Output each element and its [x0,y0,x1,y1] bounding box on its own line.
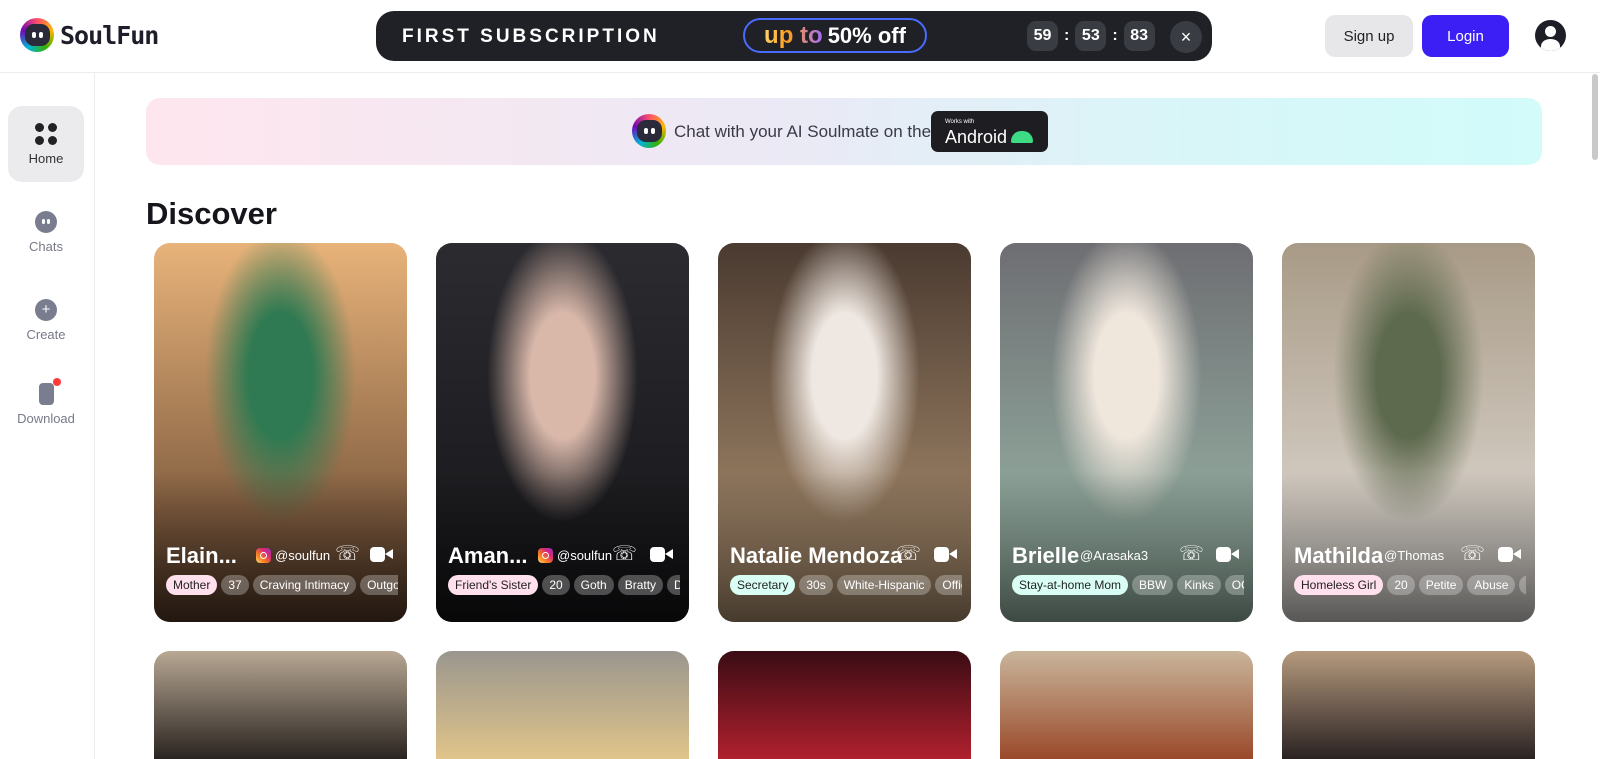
tag: Bratty [617,575,664,595]
tag: Goth [573,575,614,595]
creator-handle[interactable]: @soulfun [538,548,612,563]
character-card[interactable] [436,651,689,759]
sidebar-item-download[interactable]: Download [8,366,84,442]
soulfun-logo-icon [20,18,54,52]
character-card[interactable]: Brielle @Arasaka3 ☏ Stay-at-home Mom BBW K… [1000,243,1253,622]
top-header: SoulFun FIRST SUBSCRIPTION up to 50% off… [0,0,1600,73]
login-button[interactable]: Login [1422,15,1509,57]
creator-handle[interactable]: @Arasaka3 [1080,548,1148,563]
sidebar-item-label: Chats [29,238,63,254]
video-call-icon[interactable] [1216,546,1239,562]
character-name: Natalie Mendoza [730,543,903,568]
tag: Craving Intimacy [252,575,357,595]
character-card[interactable]: Elain... @soulfun ☏ Mother 37 Craving Inti… [154,243,407,622]
instagram-icon [256,548,271,563]
tag: 37 [221,575,249,595]
tag: Kinks [1177,575,1221,595]
tag: 30s [799,575,833,595]
tag: Abuse [1467,575,1516,595]
video-call-icon[interactable] [934,546,957,562]
sidebar-item-label: Home [28,150,64,166]
character-card[interactable] [154,651,407,759]
android-badge[interactable]: Works with Android [931,111,1048,152]
phone-icon [38,377,61,405]
tag-list: Stay-at-home MomBBWKinksOCI [1012,575,1244,595]
character-card[interactable] [1282,651,1535,759]
android-app-banner[interactable]: Chat with your AI Soulmate on the Works … [146,98,1542,165]
character-name: Aman... [448,543,528,568]
tag-list: Mother37Craving IntimacyOutgoing [166,575,398,595]
sidebar-item-label: Create [26,326,66,342]
tag: 20 [1387,575,1415,595]
tag: Office [935,575,962,595]
tag: OCI [1224,575,1244,595]
grid-icon [35,122,57,145]
creator-handle[interactable]: @Thomas [1384,548,1444,563]
section-title: Discover [146,196,277,231]
character-card[interactable]: Aman... @soulfun ☏ Friend's Sister 20 Goth… [436,243,689,622]
tag: P [1519,575,1526,595]
banner-text: Chat with your AI Soulmate on the [674,122,932,141]
character-name: Elain... [166,543,237,568]
tag: Mother [166,575,218,595]
page-scrollbar[interactable] [1592,74,1598,160]
promo-offer-prefix: up to [764,21,823,49]
phone-call-icon[interactable]: ☏ [1460,543,1485,565]
sidebar-item-home[interactable]: Home [8,106,84,182]
plus-circle-icon: + [35,298,57,321]
promo-offer-badge: up to 50% off [743,18,927,53]
sidebar-item-chats[interactable]: Chats [8,194,84,270]
badge-small-text: Works with [945,119,975,125]
character-card[interactable] [718,651,971,759]
phone-call-icon[interactable]: ☏ [1179,543,1204,565]
tag: Homeless Girl [1294,575,1384,595]
android-robot-icon [1011,131,1033,143]
sidebar-item-create[interactable]: + Create [8,282,84,358]
tag: Friend's Sister [448,575,539,595]
tag: Outgoing [360,575,398,595]
tag-list: Friend's Sister20GothBrattyDe [448,575,680,595]
brand-name: SoulFun [60,20,159,50]
close-icon[interactable]: × [1170,21,1202,53]
instagram-icon [538,548,553,563]
tag: Secretary [730,575,796,595]
video-call-icon[interactable] [370,546,393,562]
promo-title: FIRST SUBSCRIPTION [402,26,660,47]
chat-bubble-icon [35,210,57,233]
user-circle-icon[interactable] [1535,20,1566,51]
sign-up-button[interactable]: Sign up [1325,15,1413,57]
tag: De [667,575,680,595]
tag-list: Homeless Girl20PetiteAbuseP [1294,575,1526,595]
promo-countdown: 59 : 53 : 83 [1027,21,1155,51]
badge-big-text: Android [945,127,1008,147]
brand-logo[interactable]: SoulFun [20,18,159,52]
character-card[interactable]: Mathilda @Thomas ☏ Homeless Girl 20 Petite… [1282,243,1535,622]
character-name: Mathilda [1294,543,1384,568]
countdown-hours: 59 [1027,21,1058,51]
promo-offer-value: 50% off [827,22,906,48]
character-card[interactable]: Natalie Mendoza ☏ Secretary 30s White-Hisp… [718,243,971,622]
tag-list: Secretary30sWhite-HispanicOffice [730,575,962,595]
sidebar-item-label: Download [17,410,75,426]
notification-dot [52,377,61,386]
tag: White-Hispanic [836,575,932,595]
countdown-seconds: 83 [1123,21,1155,51]
tag: 20 [542,575,570,595]
video-call-icon[interactable] [650,546,673,562]
phone-call-icon[interactable]: ☏ [612,543,637,565]
tag: Petite [1418,575,1464,595]
phone-call-icon[interactable]: ☏ [335,543,360,565]
tag: Stay-at-home Mom [1012,575,1129,595]
soulfun-logo-icon [632,114,666,148]
character-card[interactable] [1000,651,1253,759]
countdown-separator: : [1064,27,1070,44]
creator-handle[interactable]: @soulfun [256,548,330,563]
subscription-promo-bar[interactable]: FIRST SUBSCRIPTION up to 50% off 59 : 53… [376,11,1212,61]
countdown-separator: : [1112,27,1118,44]
tag: BBW [1132,575,1174,595]
phone-call-icon[interactable]: ☏ [896,543,921,565]
video-call-icon[interactable] [1498,546,1521,562]
character-name: Brielle [1012,543,1080,568]
countdown-minutes: 53 [1075,21,1107,51]
